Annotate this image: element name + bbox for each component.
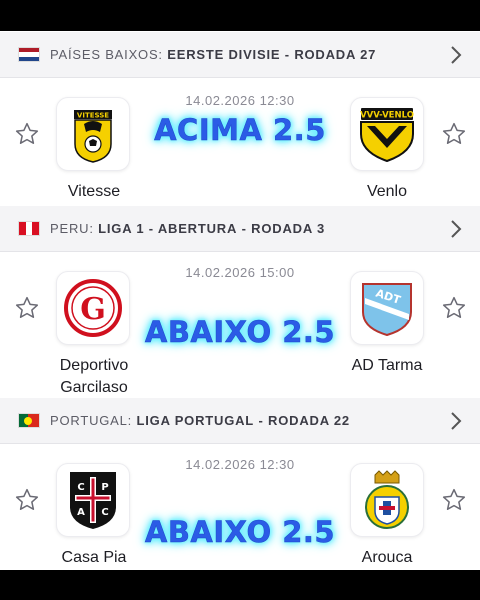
svg-text:A: A xyxy=(77,507,85,518)
svg-text:G: G xyxy=(80,292,106,327)
league-title: PORTUGAL: LIGA PORTUGAL - RODADA 22 xyxy=(50,413,350,428)
prediction-tip: ABAIXO 2.5 xyxy=(144,315,336,350)
star-outline-icon[interactable] xyxy=(441,121,467,147)
home-team-logo[interactable]: G xyxy=(56,271,130,345)
arouca-crest-icon xyxy=(365,470,409,529)
chevron-right-icon[interactable] xyxy=(446,218,466,240)
away-team-logo[interactable] xyxy=(350,463,424,537)
match-row[interactable]: 14.02.2026 12:30 VITESSE VVV-VENLO ACIMA… xyxy=(0,79,480,207)
star-outline-icon[interactable] xyxy=(14,121,40,147)
away-team-name: Venlo xyxy=(366,183,408,200)
ad-tarma-crest-icon: ADT xyxy=(362,283,412,337)
match-row[interactable]: 14.02.2026 12:30 C P A C ABAIXO 2.5 Casa… xyxy=(0,445,480,570)
match-row[interactable]: 14.02.2026 15:00 G ADT ABAIXO 2.5 Deport… xyxy=(0,253,480,405)
vvv-venlo-crest-icon: VVV-VENLO xyxy=(360,108,414,163)
home-team-name: Casa Pia xyxy=(61,549,127,566)
netherlands-flag-icon xyxy=(18,47,40,62)
match-list-screen: PAÍSES BAIXOS: EERSTE DIVISIE - RODADA 2… xyxy=(0,31,480,570)
star-outline-icon[interactable] xyxy=(441,295,467,321)
league-title: PAÍSES BAIXOS: EERSTE DIVISIE - RODADA 2… xyxy=(50,47,377,62)
prediction-tip: ACIMA 2.5 xyxy=(154,113,326,148)
star-outline-icon[interactable] xyxy=(14,487,40,513)
svg-text:P: P xyxy=(101,482,108,493)
chevron-right-icon[interactable] xyxy=(446,44,466,66)
home-team-name: Vitesse xyxy=(67,183,121,200)
prediction-tip: ABAIXO 2.5 xyxy=(144,515,336,550)
chevron-right-icon[interactable] xyxy=(446,410,466,432)
star-outline-icon[interactable] xyxy=(14,295,40,321)
peru-flag-icon xyxy=(18,221,40,236)
svg-text:C: C xyxy=(101,507,108,518)
deportivo-garcilaso-crest-icon: G xyxy=(64,279,122,337)
away-team-name: AD Tarma xyxy=(351,357,423,374)
svg-text:C: C xyxy=(77,482,84,493)
league-header-peru[interactable]: PERU: LIGA 1 - ABERTURA - RODADA 3 xyxy=(0,206,480,252)
star-outline-icon[interactable] xyxy=(441,487,467,513)
home-team-logo[interactable]: C P A C xyxy=(56,463,130,537)
svg-text:VVV-VENLO: VVV-VENLO xyxy=(360,111,414,121)
home-team-name: Deportivo Garcilaso xyxy=(59,357,129,396)
away-team-logo[interactable]: VVV-VENLO xyxy=(350,97,424,171)
vitesse-crest-icon: VITESSE xyxy=(74,110,112,163)
svg-text:VITESSE: VITESSE xyxy=(77,112,109,120)
casa-pia-crest-icon: C P A C xyxy=(70,472,116,529)
home-team-logo[interactable]: VITESSE xyxy=(56,97,130,171)
league-header-portugal[interactable]: PORTUGAL: LIGA PORTUGAL - RODADA 22 xyxy=(0,398,480,444)
league-title: PERU: LIGA 1 - ABERTURA - RODADA 3 xyxy=(50,221,325,236)
away-team-name: Arouca xyxy=(361,549,413,566)
portugal-flag-icon xyxy=(18,413,40,428)
league-header-netherlands[interactable]: PAÍSES BAIXOS: EERSTE DIVISIE - RODADA 2… xyxy=(0,32,480,78)
away-team-logo[interactable]: ADT xyxy=(350,271,424,345)
